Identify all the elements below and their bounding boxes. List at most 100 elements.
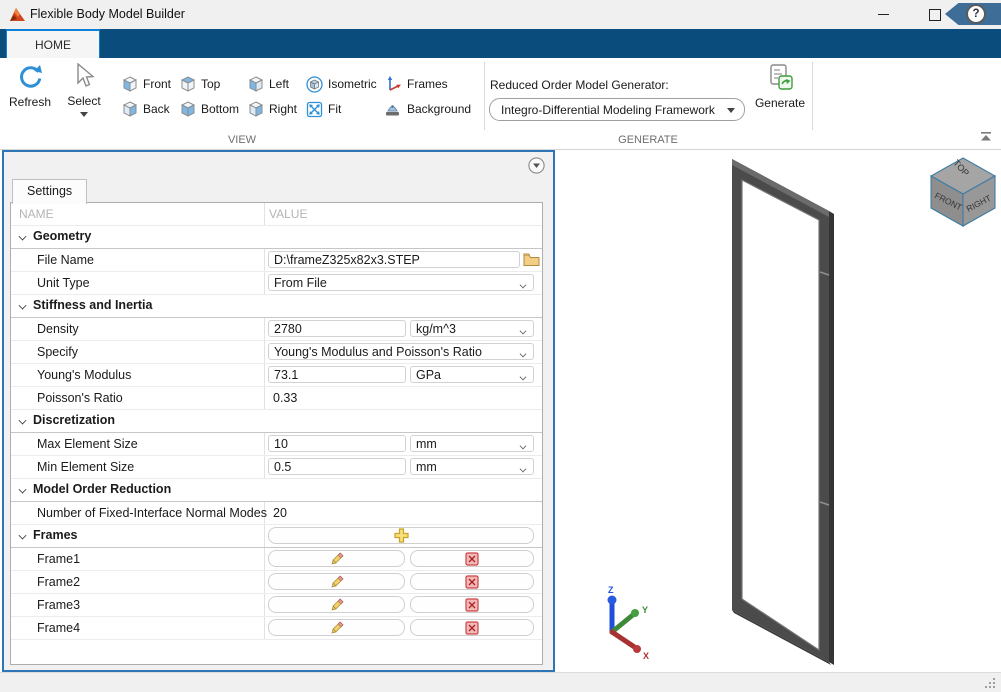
specify-value: Young's Modulus and Poisson's Ratio — [274, 345, 482, 359]
view-background-label: Background — [407, 102, 471, 116]
chevron-down-icon — [19, 302, 26, 309]
minimize-icon — [878, 14, 889, 15]
isometric-icon — [306, 76, 323, 93]
view-cube[interactable]: TOP FRONT RIGHT — [931, 158, 995, 226]
view-back-button[interactable]: Back — [122, 99, 170, 119]
view-left-button[interactable]: Left — [248, 74, 289, 94]
view-top-label: Top — [201, 77, 220, 91]
view-fit-label: Fit — [328, 102, 341, 116]
row-max-element-size: Max Element Size 10 mm — [11, 433, 542, 456]
row-label: Poisson's Ratio — [37, 391, 123, 405]
min-element-size-unit: mm — [416, 460, 437, 474]
refresh-label: Refresh — [9, 95, 51, 109]
cube-back-icon — [122, 101, 138, 117]
status-bar — [0, 672, 1001, 692]
section-frames[interactable]: Frames — [11, 525, 542, 548]
specify-dropdown[interactable]: Young's Modulus and Poisson's Ratio — [268, 343, 534, 360]
edit-frame1-button[interactable] — [268, 550, 405, 567]
view-front-button[interactable]: Front — [122, 74, 171, 94]
tab-settings[interactable]: Settings — [12, 179, 87, 204]
view-right-label: Right — [269, 102, 297, 116]
plus-icon — [394, 528, 409, 543]
delete-x-icon — [465, 575, 479, 589]
select-dropdown-caret-icon — [80, 112, 88, 117]
edit-frame3-button[interactable] — [268, 596, 405, 613]
edit-frame4-button[interactable] — [268, 619, 405, 636]
density-input[interactable]: 2780 — [268, 320, 406, 337]
row-density: Density 2780 kg/m^3 — [11, 318, 542, 341]
select-button[interactable]: Select — [58, 63, 110, 117]
chevron-down-icon — [519, 443, 527, 448]
collapse-toolstrip-icon[interactable] — [979, 131, 993, 142]
view-isometric-label: Isometric — [328, 77, 377, 91]
frame-model[interactable] — [732, 159, 829, 662]
view-isometric-button[interactable]: Isometric — [306, 74, 377, 94]
youngs-modulus-input[interactable]: 73.1 — [268, 366, 406, 383]
chevron-down-icon — [519, 466, 527, 471]
browse-file-button[interactable] — [523, 252, 540, 267]
viewport-3d[interactable]: TOP FRONT RIGHT Z Y X — [555, 150, 1001, 672]
delete-frame1-button[interactable] — [410, 550, 534, 567]
file-name-input[interactable]: D:\frameZ325x82x3.STEP — [268, 251, 520, 268]
youngs-modulus-unit-dropdown[interactable]: GPa — [410, 366, 534, 383]
max-element-size-input[interactable]: 10 — [268, 435, 406, 452]
min-element-size-input[interactable]: 0.5 — [268, 458, 406, 475]
view-top-button[interactable]: Top — [180, 74, 220, 94]
section-separator — [812, 62, 813, 130]
refresh-button[interactable]: Refresh — [4, 63, 56, 109]
view-back-label: Back — [143, 102, 170, 116]
section-geometry[interactable]: Geometry — [11, 226, 542, 249]
view-fit-button[interactable]: Fit — [306, 99, 341, 119]
view-background-button[interactable]: Background — [384, 99, 471, 119]
min-element-size-unit-dropdown[interactable]: mm — [410, 458, 534, 475]
panel-collapse-icon[interactable] — [528, 157, 545, 174]
num-modes-value[interactable]: 20 — [273, 506, 287, 520]
settings-panel: Settings NAME VALUE Geometry File Name D… — [2, 150, 555, 672]
row-frame4: Frame4 — [11, 617, 542, 640]
section-discretization[interactable]: Discretization — [11, 410, 542, 433]
fit-icon — [306, 101, 323, 118]
rom-generator-value: Integro-Differential Modeling Framework — [501, 103, 715, 117]
row-frame2: Frame2 — [11, 571, 542, 594]
frame-label: Frame1 — [37, 552, 80, 566]
row-youngs-modulus: Young's Modulus 73.1 GPa — [11, 364, 542, 387]
delete-frame2-button[interactable] — [410, 573, 534, 590]
row-label: File Name — [37, 253, 94, 267]
minimize-button[interactable] — [861, 0, 906, 29]
property-table: NAME VALUE Geometry File Name D:\frameZ3… — [10, 202, 543, 665]
view-bottom-button[interactable]: Bottom — [180, 99, 239, 119]
section-stiffness-inertia[interactable]: Stiffness and Inertia — [11, 295, 542, 318]
window-title: Flexible Body Model Builder — [30, 7, 185, 21]
question-icon[interactable]: ? — [966, 4, 986, 24]
row-poissons-ratio: Poisson's Ratio 0.33 — [11, 387, 542, 410]
section-title: Stiffness and Inertia — [33, 298, 152, 312]
youngs-modulus-value: 73.1 — [274, 368, 298, 382]
density-unit-dropdown[interactable]: kg/m^3 — [410, 320, 534, 337]
edit-frame2-button[interactable] — [268, 573, 405, 590]
chevron-down-icon — [519, 328, 527, 333]
cube-left-icon — [248, 76, 264, 92]
chevron-down-icon — [19, 486, 26, 493]
view-frames-label: Frames — [407, 77, 448, 91]
add-frame-button[interactable] — [268, 527, 534, 544]
select-cursor-icon — [73, 63, 95, 89]
tab-home[interactable]: HOME — [6, 29, 100, 58]
refresh-icon — [17, 63, 44, 90]
unit-type-dropdown[interactable]: From File — [268, 274, 534, 291]
delete-x-icon — [465, 598, 479, 612]
file-name-value: D:\frameZ325x82x3.STEP — [274, 253, 420, 267]
view-frames-button[interactable]: Frames — [384, 74, 448, 94]
generate-button[interactable]: Generate — [752, 63, 808, 110]
rom-generator-dropdown[interactable]: Integro-Differential Modeling Framework — [489, 98, 745, 121]
row-label: Specify — [37, 345, 78, 359]
ribbon-tab-bar: HOME — [0, 29, 1001, 58]
delete-frame4-button[interactable] — [410, 619, 534, 636]
delete-frame3-button[interactable] — [410, 596, 534, 613]
row-file-name: File Name D:\frameZ325x82x3.STEP — [11, 249, 542, 272]
view-right-button[interactable]: Right — [248, 99, 297, 119]
section-model-order-reduction[interactable]: Model Order Reduction — [11, 479, 542, 502]
max-element-size-unit-dropdown[interactable]: mm — [410, 435, 534, 452]
view-section-label: VIEW — [0, 134, 484, 146]
min-element-size-value: 0.5 — [274, 460, 291, 474]
poissons-ratio-value[interactable]: 0.33 — [273, 391, 297, 405]
